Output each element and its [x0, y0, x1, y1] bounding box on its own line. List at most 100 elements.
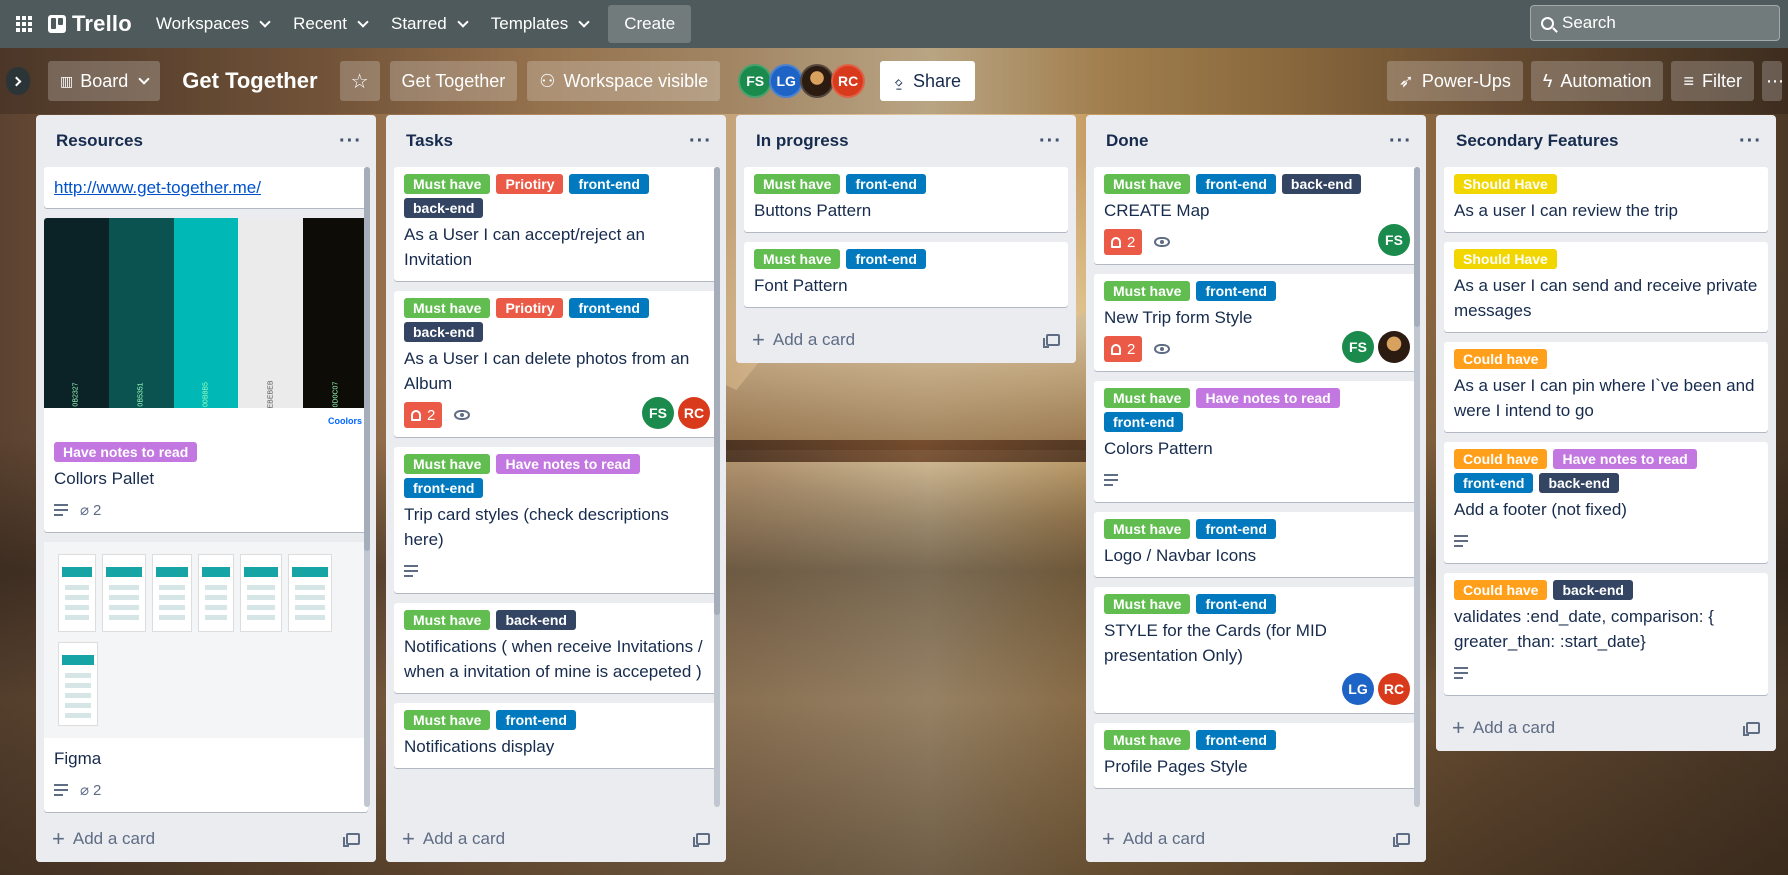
label-front-end[interactable]: front-end: [1196, 174, 1276, 194]
filter-button[interactable]: ≡ Filter: [1671, 61, 1754, 101]
card[interactable]: Must have front-end Logo / Navbar Icons: [1094, 512, 1418, 577]
avatar[interactable]: RC: [678, 397, 710, 429]
label-front-end[interactable]: front-end: [1196, 519, 1276, 539]
workspaces-menu[interactable]: Workspaces: [144, 8, 281, 40]
power-ups-button[interactable]: ➶ Power-Ups: [1386, 61, 1523, 101]
label-must-have[interactable]: Must have: [404, 298, 491, 318]
label-must-have[interactable]: Must have: [404, 174, 491, 194]
card[interactable]: 0B2327 0B5351 00B8B5 EBEBEB 0D0C07 Coolo…: [44, 218, 368, 532]
label-must-have[interactable]: Must have: [1104, 388, 1191, 408]
list-menu-icon[interactable]: ···: [689, 130, 712, 153]
list-title[interactable]: Resources: [56, 131, 143, 151]
label-must-have[interactable]: Must have: [1104, 594, 1191, 614]
label-front-end[interactable]: front-end: [404, 478, 484, 498]
automation-button[interactable]: ϟ Automation: [1530, 61, 1664, 101]
label-notes[interactable]: Have notes to read: [496, 454, 640, 474]
avatar[interactable]: FS: [738, 64, 773, 98]
apps-grid-icon[interactable]: [8, 8, 40, 40]
board-title[interactable]: Get Together: [170, 68, 329, 94]
label-back-end[interactable]: back-end: [404, 322, 484, 342]
add-card-button[interactable]: + Add a card: [1086, 816, 1426, 862]
list-header[interactable]: Secondary Features ···: [1436, 115, 1776, 167]
card[interactable]: Must have front-end Buttons Pattern: [744, 167, 1068, 232]
card[interactable]: Must have Have notes to read front-end T…: [394, 447, 718, 593]
card-template-icon[interactable]: [1743, 722, 1760, 736]
label-should-have[interactable]: Should Have: [1454, 249, 1557, 269]
trello-logo[interactable]: Trello: [48, 11, 132, 37]
label-should-have[interactable]: Should Have: [1454, 174, 1557, 194]
card[interactable]: Must have front-end Font Pattern: [744, 242, 1068, 307]
label-must-have[interactable]: Must have: [1104, 730, 1191, 750]
label-notes[interactable]: Have notes to read: [1553, 449, 1697, 469]
workspace-button[interactable]: Get Together: [389, 61, 518, 101]
avatar[interactable]: [1378, 331, 1410, 363]
list-title[interactable]: In progress: [756, 131, 849, 151]
label-front-end[interactable]: front-end: [1196, 730, 1276, 750]
label-must-have[interactable]: Must have: [404, 610, 491, 630]
avatar[interactable]: FS: [642, 397, 674, 429]
card[interactable]: Must have Priotiry front-end back-end As…: [394, 167, 718, 281]
card[interactable]: Must have front-end Profile Pages Style: [1094, 723, 1418, 788]
card[interactable]: Should Have As a user I can send and rec…: [1444, 242, 1768, 332]
label-front-end[interactable]: front-end: [846, 174, 926, 194]
avatar[interactable]: RC: [831, 64, 866, 98]
avatar[interactable]: FS: [1342, 331, 1374, 363]
label-must-have[interactable]: Must have: [404, 454, 491, 474]
visibility-button[interactable]: ⚇ Workspace visible: [527, 61, 721, 101]
card[interactable]: Could have Have notes to read front-end …: [1444, 442, 1768, 563]
recent-menu[interactable]: Recent: [281, 8, 379, 40]
list-header[interactable]: Tasks ···: [386, 115, 726, 167]
share-button[interactable]: ⍚ Share: [880, 61, 976, 101]
label-back-end[interactable]: back-end: [404, 198, 484, 218]
label-front-end[interactable]: front-end: [569, 174, 649, 194]
card[interactable]: Must have front-end New Trip form Style …: [1094, 274, 1418, 371]
label-priority[interactable]: Priotiry: [496, 174, 564, 194]
list-header[interactable]: In progress ···: [736, 115, 1076, 167]
avatar[interactable]: [800, 64, 835, 98]
avatar[interactable]: LG: [1342, 673, 1374, 705]
avatar[interactable]: FS: [1378, 224, 1410, 256]
label-must-have[interactable]: Must have: [404, 710, 491, 730]
label-front-end[interactable]: front-end: [1196, 281, 1276, 301]
label-back-end[interactable]: back-end: [1553, 580, 1633, 600]
card-template-icon[interactable]: [1043, 334, 1060, 348]
label-could-have[interactable]: Could have: [1454, 349, 1548, 369]
card[interactable]: Could have back-end validates :end_date,…: [1444, 573, 1768, 695]
label-back-end[interactable]: back-end: [496, 610, 576, 630]
label-priority[interactable]: Priotiry: [496, 298, 564, 318]
card-title[interactable]: http://www.get-together.me/: [54, 175, 358, 200]
list-scrollbar[interactable]: [1414, 167, 1420, 807]
list-header[interactable]: Resources ···: [36, 115, 376, 167]
label-must-have[interactable]: Must have: [1104, 519, 1191, 539]
list-scrollbar[interactable]: [364, 167, 370, 807]
label-must-have[interactable]: Must have: [754, 174, 841, 194]
card[interactable]: Figma ⌀ 2: [44, 542, 368, 812]
card-template-icon[interactable]: [343, 833, 360, 847]
label-front-end[interactable]: front-end: [569, 298, 649, 318]
list-title[interactable]: Tasks: [406, 131, 453, 151]
templates-menu[interactable]: Templates: [479, 8, 600, 40]
label-front-end[interactable]: front-end: [846, 249, 926, 269]
list-menu-icon[interactable]: ···: [1039, 130, 1062, 153]
list-scrollbar[interactable]: [714, 167, 720, 807]
list-menu-icon[interactable]: ···: [1739, 130, 1762, 153]
card[interactable]: Must have Priotiry front-end back-end As…: [394, 291, 718, 437]
card[interactable]: Should Have As a user I can review the t…: [1444, 167, 1768, 232]
label-notes[interactable]: Have notes to read: [54, 442, 198, 462]
list-title[interactable]: Secondary Features: [1456, 131, 1619, 151]
label-front-end[interactable]: front-end: [1454, 473, 1534, 493]
list-header[interactable]: Done ···: [1086, 115, 1426, 167]
add-card-button[interactable]: + Add a card: [386, 816, 726, 862]
list-title[interactable]: Done: [1106, 131, 1149, 151]
avatar[interactable]: LG: [769, 64, 804, 98]
label-front-end[interactable]: front-end: [1196, 594, 1276, 614]
add-card-button[interactable]: + Add a card: [736, 317, 1076, 363]
create-button[interactable]: Create: [608, 5, 692, 43]
sidebar-toggle-button[interactable]: [6, 67, 30, 95]
card[interactable]: Must have Have notes to read front-end C…: [1094, 381, 1418, 502]
label-front-end[interactable]: front-end: [496, 710, 576, 730]
label-must-have[interactable]: Must have: [754, 249, 841, 269]
card-template-icon[interactable]: [693, 833, 710, 847]
label-back-end[interactable]: back-end: [1539, 473, 1619, 493]
label-could-have[interactable]: Could have: [1454, 580, 1548, 600]
